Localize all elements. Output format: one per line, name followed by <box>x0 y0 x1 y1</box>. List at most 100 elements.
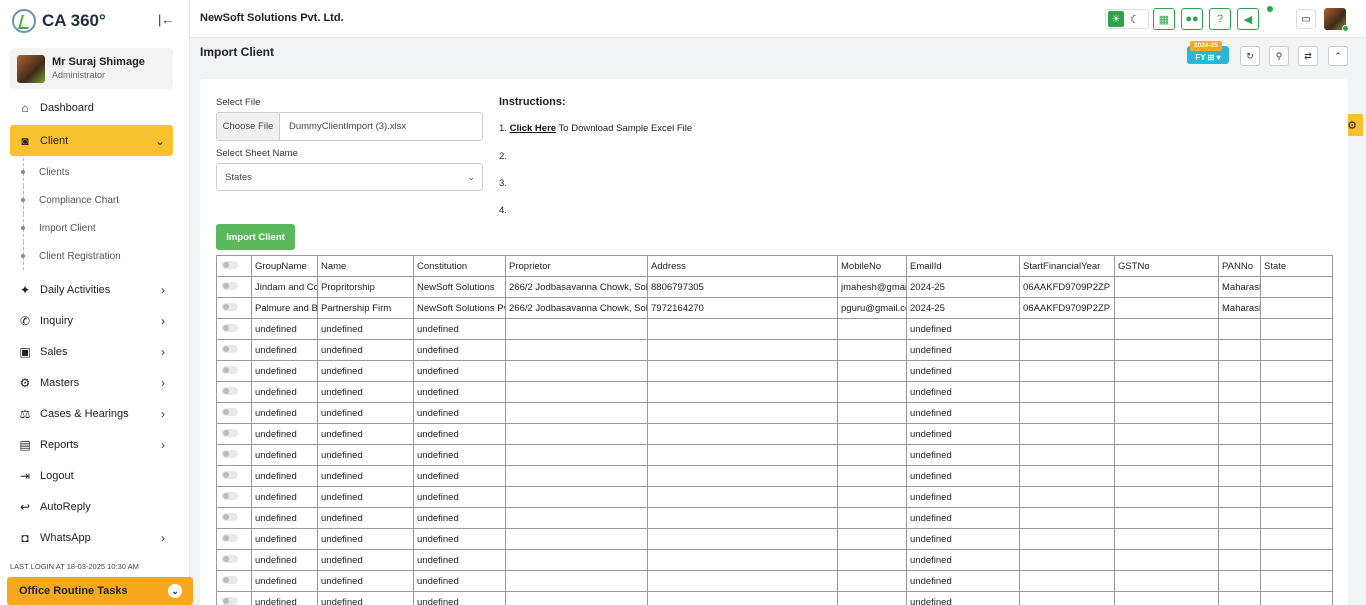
sidebar-item-dashboard[interactable]: ⌂ Dashboard <box>10 92 173 123</box>
row-select-toggle[interactable] <box>216 381 252 403</box>
toggle-icon[interactable] <box>222 407 238 416</box>
table-row[interactable]: undefined undefined undefined undefined <box>216 360 1333 382</box>
table-cell <box>1218 423 1261 445</box>
table-cell <box>1114 465 1219 487</box>
table-row[interactable]: Jindam and Co. Propritorship NewSoft Solut… <box>216 276 1333 298</box>
sidebar-item-reports[interactable]: ▤ Reports › <box>10 429 173 460</box>
app-logo[interactable]: CA 360° <box>12 9 106 33</box>
sidebar-item-inquiry[interactable]: ✆ Inquiry › <box>10 305 173 336</box>
row-select-toggle[interactable] <box>216 339 252 361</box>
sidebar-subitem-compliance-chart[interactable]: Compliance Chart <box>10 186 173 214</box>
table-row[interactable]: undefined undefined undefined undefined <box>216 591 1333 605</box>
sidebar-item-whatsapp[interactable]: ◘ WhatsApp › <box>10 522 173 553</box>
row-select-toggle[interactable] <box>216 507 252 529</box>
table-cell <box>1114 528 1219 550</box>
row-select-toggle[interactable] <box>216 297 252 319</box>
sidebar-item-sales[interactable]: ▣ Sales › <box>10 336 173 367</box>
sun-icon[interactable]: ☀ <box>1108 11 1124 27</box>
pin-icon: ✦ <box>19 282 31 297</box>
download-sample-link[interactable]: Click Here <box>510 123 556 134</box>
toggle-icon[interactable] <box>222 344 238 353</box>
refresh-icon[interactable]: ↻ <box>1240 46 1260 66</box>
row-select-toggle[interactable] <box>216 318 252 340</box>
table-cell: undefined <box>413 381 506 403</box>
table-cell: undefined <box>251 507 318 529</box>
office-routine-tasks-button[interactable]: Office Routine Tasks ⌄ <box>7 577 193 605</box>
table-row[interactable]: undefined undefined undefined undefined <box>216 528 1333 550</box>
toggle-icon[interactable] <box>222 575 238 584</box>
row-select-toggle[interactable] <box>216 360 252 382</box>
toggle-icon[interactable] <box>222 512 238 521</box>
row-select-toggle[interactable] <box>216 549 252 571</box>
help-icon[interactable]: ? <box>1209 8 1231 30</box>
message-icon[interactable]: ▭ <box>1296 9 1316 29</box>
table-row[interactable]: undefined undefined undefined undefined <box>216 402 1333 424</box>
table-row[interactable]: undefined undefined undefined undefined <box>216 444 1333 466</box>
row-select-toggle[interactable] <box>216 276 252 298</box>
collapse-up-icon[interactable]: ⌃ <box>1328 46 1348 66</box>
table-row[interactable]: undefined undefined undefined undefined <box>216 486 1333 508</box>
toggle-icon[interactable] <box>222 449 238 458</box>
theme-toggle[interactable]: ☀ ☾ <box>1105 9 1149 29</box>
table-cell: undefined <box>251 318 318 340</box>
row-select-toggle[interactable] <box>216 570 252 592</box>
table-cell: undefined <box>251 549 318 571</box>
choose-file-button[interactable]: Choose File <box>217 113 280 140</box>
row-select-toggle[interactable] <box>216 402 252 424</box>
import-client-button[interactable]: Import Client <box>216 224 295 250</box>
table-cell <box>1218 465 1261 487</box>
select-all-toggle[interactable] <box>216 255 252 277</box>
toggle-icon[interactable] <box>222 386 238 395</box>
sidebar-subitem-import-client[interactable]: Import Client <box>10 214 173 242</box>
sidebar-item-cases-hearings[interactable]: ⚖ Cases & Hearings › <box>10 398 173 429</box>
row-select-toggle[interactable] <box>216 591 252 605</box>
toggle-icon[interactable] <box>222 323 238 332</box>
qr-icon[interactable]: ▦ <box>1153 8 1175 30</box>
toggle-icon[interactable] <box>222 533 238 542</box>
table-row[interactable]: undefined undefined undefined undefined <box>216 423 1333 445</box>
table-cell <box>1019 507 1115 529</box>
row-select-toggle[interactable] <box>216 486 252 508</box>
toggle-icon[interactable] <box>222 302 238 311</box>
sidebar-item-masters[interactable]: ⚙ Masters › <box>10 367 173 398</box>
sidebar-subitem-clients[interactable]: Clients <box>10 158 173 186</box>
toggle-icon[interactable] <box>222 365 238 374</box>
sync-icon[interactable]: ⇄ <box>1298 46 1318 66</box>
table-row[interactable]: undefined undefined undefined undefined <box>216 549 1333 571</box>
announcement-icon[interactable]: ◀ <box>1237 8 1259 30</box>
table-row[interactable]: undefined undefined undefined undefined <box>216 507 1333 529</box>
table-cell: undefined <box>413 339 506 361</box>
file-name: DummyClientImport (3).xlsx <box>289 121 407 132</box>
sidebar-item-daily-activities[interactable]: ✦ Daily Activities › <box>10 274 173 305</box>
toggle-icon[interactable] <box>222 281 238 290</box>
toggle-icon[interactable] <box>222 596 238 605</box>
sidebar-item-client[interactable]: ◙ Client ⌄ <box>10 125 173 156</box>
toggle-icon[interactable] <box>222 554 238 563</box>
sidebar-item-logout[interactable]: ⇥ Logout <box>10 460 173 491</box>
toggle-icon[interactable] <box>222 491 238 500</box>
collapse-sidebar-icon[interactable]: |← <box>158 12 174 27</box>
sidebar-item-autoreply[interactable]: ↩ AutoReply <box>10 491 173 522</box>
moon-icon[interactable]: ☾ <box>1130 13 1140 26</box>
row-select-toggle[interactable] <box>216 465 252 487</box>
table-row[interactable]: undefined undefined undefined undefined <box>216 318 1333 340</box>
row-select-toggle[interactable] <box>216 423 252 445</box>
company-name: NewSoft Solutions Pvt. Ltd. <box>200 12 344 24</box>
table-row[interactable]: undefined undefined undefined undefined <box>216 570 1333 592</box>
toggle-icon[interactable] <box>222 470 238 479</box>
sidebar-subitem-client-registration[interactable]: Client Registration <box>10 242 173 270</box>
pin-icon[interactable]: ⚲ <box>1269 46 1289 66</box>
table-row[interactable]: undefined undefined undefined undefined <box>216 339 1333 361</box>
table-row[interactable]: undefined undefined undefined undefined <box>216 381 1333 403</box>
toggle-icon[interactable] <box>222 260 238 269</box>
row-select-toggle[interactable] <box>216 528 252 550</box>
toggle-icon[interactable] <box>222 428 238 437</box>
table-cell <box>837 591 907 605</box>
table-row[interactable]: Palmure and Bro.Partnership FirmNewSoft … <box>216 297 1333 319</box>
team-icon[interactable]: ●● <box>1181 8 1203 30</box>
file-input[interactable]: Choose File DummyClientImport (3).xlsx <box>216 112 483 141</box>
user-card: Mr Suraj Shimage Administrator <box>10 48 173 89</box>
sheet-select[interactable]: States ⌄ <box>216 163 483 191</box>
table-row[interactable]: undefined undefined undefined undefined <box>216 465 1333 487</box>
row-select-toggle[interactable] <box>216 444 252 466</box>
